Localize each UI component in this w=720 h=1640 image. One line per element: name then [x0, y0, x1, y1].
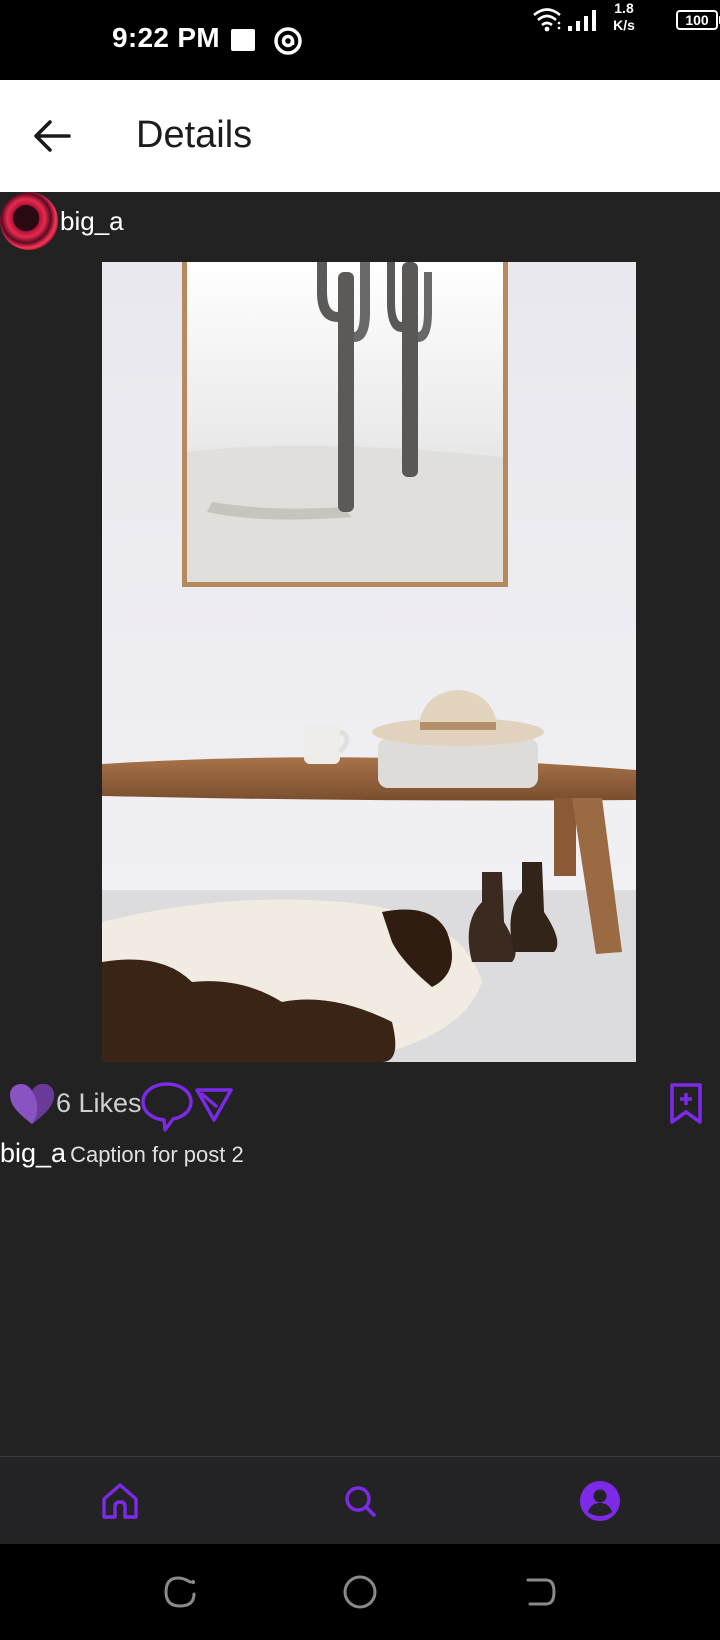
comment-icon[interactable] — [140, 1080, 194, 1132]
signal-icon — [568, 10, 596, 31]
battery-icon: 100 — [676, 10, 720, 30]
home-circle-icon[interactable] — [340, 1572, 380, 1612]
post-username[interactable]: big_a — [60, 206, 124, 237]
nav-profile[interactable] — [576, 1477, 624, 1525]
post-photo — [102, 262, 636, 1062]
search-icon — [345, 1486, 376, 1517]
back-nav-icon[interactable] — [520, 1572, 560, 1612]
heart-icon[interactable] — [8, 1082, 56, 1126]
likes-count[interactable]: 6 Likes — [56, 1088, 142, 1119]
post-image[interactable] — [102, 262, 636, 1062]
notification-square-icon — [231, 29, 255, 51]
nav-home[interactable] — [96, 1477, 144, 1525]
send-icon[interactable] — [194, 1084, 234, 1124]
at-sign-icon — [274, 27, 302, 55]
app-bar: Details — [0, 80, 720, 192]
status-time: 9:22 PM — [112, 22, 220, 53]
net-speed-value: 1.8 — [614, 0, 634, 16]
wifi-icon — [533, 8, 561, 32]
net-speed: 1.8 K/s — [604, 0, 644, 34]
page-title: Details — [136, 114, 253, 156]
post-detail: big_a 6 Likes big_a Caption for post 2 — [0, 192, 720, 1456]
avatar[interactable] — [0, 192, 58, 250]
back-button[interactable] — [26, 110, 78, 162]
caption: big_a Caption for post 2 — [0, 1138, 244, 1169]
bookmark-add-icon[interactable] — [668, 1082, 704, 1126]
nav-search[interactable] — [336, 1477, 384, 1525]
caption-username[interactable]: big_a — [0, 1138, 66, 1168]
system-nav-bar — [0, 1544, 720, 1640]
bottom-nav — [0, 1456, 720, 1544]
home-icon — [102, 1483, 138, 1519]
post-actions: 6 Likes — [0, 1072, 720, 1132]
profile-icon — [580, 1481, 620, 1521]
arrow-left-icon — [34, 120, 71, 152]
recents-icon[interactable] — [160, 1572, 200, 1612]
status-bar: 9:22 PM 1.8 K/s 100 — [0, 0, 720, 80]
net-speed-unit: K/s — [613, 17, 635, 33]
caption-text: Caption for post 2 — [70, 1142, 244, 1167]
